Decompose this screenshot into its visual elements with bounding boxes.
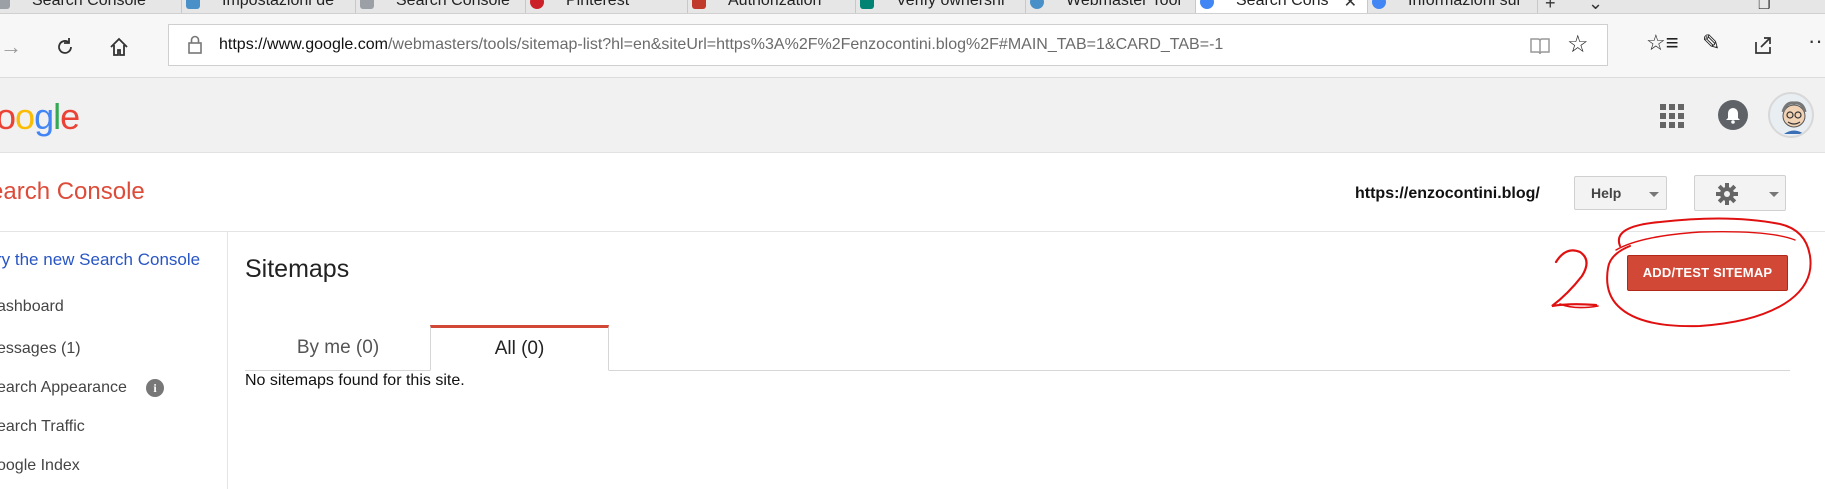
pinterest-favicon-icon	[530, 0, 544, 9]
tab-title: Search Console	[396, 0, 510, 9]
tab-title: Webmaster Tool	[1066, 0, 1182, 9]
settings-button[interactable]	[1694, 175, 1786, 211]
google-logo-letter: e	[60, 96, 80, 137]
google-favicon-icon	[1200, 0, 1214, 9]
property-site-url[interactable]: https://enzocontini.blog/	[1355, 185, 1540, 203]
tab-title: Search Console	[32, 0, 146, 9]
notifications-bell-icon[interactable]	[1718, 100, 1748, 130]
url-path: /webmasters/tools/sitemap-list?hl=en&sit…	[387, 36, 1224, 53]
tab-title: Pinterest	[566, 0, 630, 9]
google-favicon-icon	[1372, 0, 1386, 9]
apps-grid-icon[interactable]	[1660, 104, 1684, 128]
pen-icon[interactable]: ✎	[1702, 30, 1720, 56]
favorite-star-icon[interactable]: ☆	[1567, 30, 1589, 59]
more-options-icon[interactable]: ···	[1808, 28, 1825, 54]
chevron-down-icon	[1649, 192, 1659, 197]
refresh-icon[interactable]	[50, 32, 80, 62]
tab-title: Impostazioni de	[222, 0, 335, 9]
google-logo-letter: g	[34, 96, 54, 137]
close-tab-icon[interactable]: ✕	[1344, 0, 1357, 12]
browser-tab[interactable]: Search Console	[0, 0, 182, 13]
tab-by-me[interactable]: By me (0)	[245, 326, 431, 371]
address-bar[interactable]: https://www.google.com/webmasters/tools/…	[168, 24, 1608, 66]
google-logo-letter: o	[15, 96, 35, 137]
browser-tab[interactable]: Pinterest	[526, 0, 688, 13]
lock-icon	[188, 35, 202, 54]
tab-title: Verify ownershi	[896, 0, 1005, 9]
help-label: Help	[1591, 185, 1622, 201]
info-icon[interactable]: i	[146, 379, 164, 397]
page-title: Sitemaps	[245, 255, 350, 283]
header-divider	[0, 231, 1825, 232]
help-button[interactable]: Help	[1574, 176, 1667, 210]
tab-title: Informazioni sul	[1408, 0, 1521, 9]
chevron-down-icon	[1769, 192, 1779, 197]
sidebar-item-search-appearance[interactable]: earch Appearance	[0, 379, 127, 397]
sidebar-item-google-index[interactable]: oogle Index	[0, 457, 80, 475]
add-test-sitemap-button[interactable]: ADD/TEST SITEMAP	[1627, 255, 1788, 291]
browser-tab[interactable]: Impostazioni de	[182, 0, 356, 13]
browser-tab[interactable]: Authorization	[688, 0, 856, 13]
wordpress-favicon-icon	[1030, 0, 1044, 9]
tab-list-chevron-icon[interactable]: ⌄	[1588, 0, 1603, 13]
sidebar-divider	[227, 232, 228, 489]
google-logo-letter: o	[0, 96, 16, 137]
url-domain: https://www.google.com	[219, 36, 388, 53]
tab-title: Authorization	[728, 0, 822, 9]
browser-tab[interactable]: Search Console	[356, 0, 526, 13]
navigation-bar: → https://www.google.com/webmasters/tool…	[0, 14, 1825, 78]
restore-window-icon[interactable]: ❐	[1758, 0, 1771, 13]
sidebar-item-messages[interactable]: essages (1)	[0, 340, 81, 358]
wordpress-favicon-icon	[186, 0, 200, 9]
forward-icon[interactable]: →	[0, 32, 26, 62]
sidebar-item-search-traffic[interactable]: earch Traffic	[0, 418, 85, 436]
empty-state-message: No sitemaps found for this site.	[245, 372, 465, 389]
sidebar-item-dashboard[interactable]: ashboard	[0, 298, 64, 316]
browser-tab[interactable]: Informazioni sul	[1368, 0, 1538, 13]
gear-icon	[1716, 183, 1738, 205]
reading-view-icon[interactable]	[1529, 36, 1551, 56]
google-logo: oogle	[0, 96, 80, 138]
browser-tab-active[interactable]: Search Cons ✕	[1196, 0, 1368, 13]
new-tab-icon[interactable]: +	[1545, 0, 1556, 13]
google-header: oogle	[0, 78, 1825, 153]
favorites-list-icon[interactable]: ☆≡	[1646, 30, 1679, 56]
tab-strip: Search Console Impostazioni de Search Co…	[0, 0, 1825, 14]
tab-all[interactable]: All (0)	[430, 325, 609, 371]
search-console-favicon-icon	[360, 0, 374, 9]
browser-window: Search Console Impostazioni de Search Co…	[0, 0, 1825, 489]
browser-tab[interactable]: Webmaster Tool	[1026, 0, 1196, 13]
try-new-console-link[interactable]: ry the new Search Console	[0, 250, 200, 270]
share-icon[interactable]	[1752, 34, 1774, 56]
browser-tab[interactable]: Verify ownershi	[856, 0, 1026, 13]
tab-title: Search Cons	[1236, 0, 1329, 9]
search-console-favicon-icon	[0, 0, 10, 9]
avatar[interactable]	[1768, 92, 1814, 138]
authorization-favicon-icon	[692, 0, 706, 9]
search-console-title[interactable]: earch Console	[0, 178, 145, 206]
bing-favicon-icon	[860, 0, 874, 9]
home-icon[interactable]	[104, 32, 134, 62]
url-text: https://www.google.com/webmasters/tools/…	[219, 36, 1223, 54]
